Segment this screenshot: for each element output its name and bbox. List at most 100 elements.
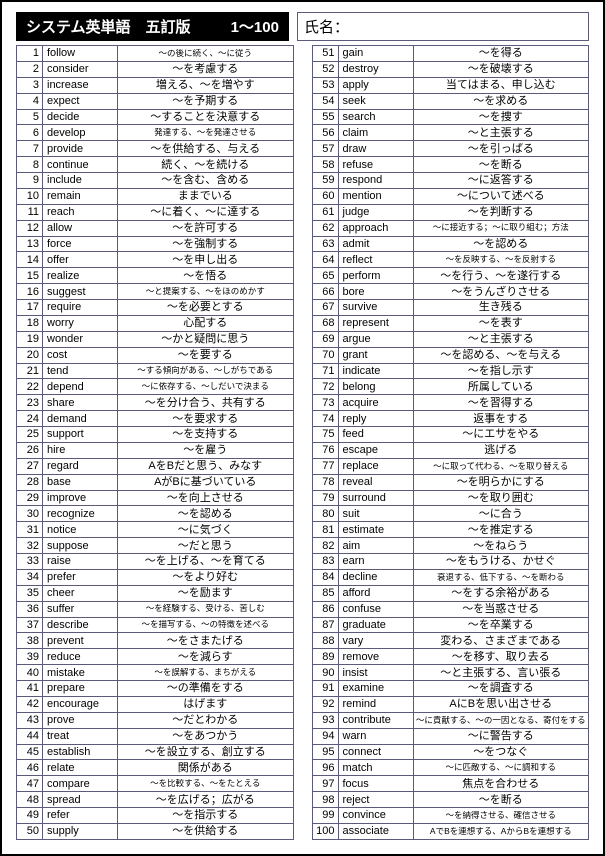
english-word: reply — [339, 411, 414, 426]
row-number: 84 — [313, 570, 339, 585]
english-word: draw — [339, 141, 414, 156]
table-row: 99convince～を納得させる、確信させる — [313, 808, 589, 824]
row-number: 79 — [313, 491, 339, 506]
english-word: spread — [43, 792, 118, 807]
table-row: 56claim～と主張する — [313, 125, 589, 141]
english-word: refer — [43, 808, 118, 823]
japanese-meaning: ～を必要とする — [118, 301, 293, 313]
english-word: insist — [339, 665, 414, 680]
row-number: 38 — [17, 633, 43, 648]
japanese-meaning: ～を調査する — [414, 682, 589, 694]
japanese-meaning: 続く、～を続ける — [118, 159, 293, 171]
english-word: survive — [339, 300, 414, 315]
table-row: 75feed～にエサをやる — [313, 427, 589, 443]
table-row: 44treat～をあつかう — [17, 729, 293, 745]
table-row: 48spread～を広げる；広がる — [17, 792, 293, 808]
english-word: provide — [43, 141, 118, 156]
row-number: 85 — [313, 586, 339, 601]
columns: 1follow～の後に続く、～に従う2consider～を考慮する3increa… — [16, 45, 589, 840]
english-word: hire — [43, 443, 118, 458]
japanese-meaning: ～を減らす — [118, 651, 293, 663]
english-word: prove — [43, 713, 118, 728]
english-word: expect — [43, 94, 118, 109]
row-number: 67 — [313, 300, 339, 315]
row-number: 90 — [313, 665, 339, 680]
japanese-meaning: ～を指し示す — [414, 365, 589, 377]
table-row: 85afford～をする余裕がある — [313, 586, 589, 602]
japanese-meaning: 焦点を合わせる — [414, 778, 589, 790]
row-number: 46 — [17, 760, 43, 775]
japanese-meaning: ～に依存する、～しだいで決まる — [118, 382, 293, 391]
table-row: 43prove～だとわかる — [17, 713, 293, 729]
row-number: 41 — [17, 681, 43, 696]
english-word: search — [339, 110, 414, 125]
japanese-meaning: ～を引っぱる — [414, 143, 589, 155]
english-word: offer — [43, 252, 118, 267]
table-row: 82aim～をねらう — [313, 538, 589, 554]
table-row: 34prefer～をより好む — [17, 570, 293, 586]
japanese-meaning: ～を雇う — [118, 444, 293, 456]
english-word: bore — [339, 284, 414, 299]
name-field[interactable]: 氏名： — [297, 12, 589, 41]
row-number: 22 — [17, 379, 43, 394]
table-row: 6develop発達する、～を発達させる — [17, 125, 293, 141]
table-row: 80suit～に合う — [313, 506, 589, 522]
japanese-meaning: ～をもうける、かせぐ — [414, 555, 589, 567]
table-row: 52destroy～を破壊する — [313, 62, 589, 78]
row-number: 3 — [17, 78, 43, 93]
right-column: 51gain～を得る52destroy～を破壊する53apply当てはまる、申し… — [312, 45, 590, 840]
row-number: 99 — [313, 808, 339, 823]
table-row: 36suffer～を経験する、受ける、苦しむ — [17, 602, 293, 618]
row-number: 44 — [17, 729, 43, 744]
table-row: 38prevent～をさまたげる — [17, 633, 293, 649]
table-row: 26hire～を雇う — [17, 443, 293, 459]
row-number: 63 — [313, 237, 339, 252]
row-number: 24 — [17, 411, 43, 426]
japanese-meaning: ～を励ます — [118, 587, 293, 599]
english-word: acquire — [339, 395, 414, 410]
row-number: 58 — [313, 157, 339, 172]
japanese-meaning: ～を支持する — [118, 428, 293, 440]
row-number: 100 — [313, 824, 339, 839]
japanese-meaning: ～を表す — [414, 317, 589, 329]
japanese-meaning: ～をより好む — [118, 571, 293, 583]
row-number: 66 — [313, 284, 339, 299]
english-word: raise — [43, 554, 118, 569]
japanese-meaning: ～をねらう — [414, 540, 589, 552]
table-row: 67survive生き残る — [313, 300, 589, 316]
table-row: 97focus焦点を合わせる — [313, 776, 589, 792]
japanese-meaning: ～を向上させる — [118, 492, 293, 504]
row-number: 91 — [313, 681, 339, 696]
row-number: 69 — [313, 332, 339, 347]
japanese-meaning: 生き残る — [414, 301, 589, 313]
japanese-meaning: 変わる、さまざまである — [414, 635, 589, 647]
japanese-meaning: 逃げる — [414, 444, 589, 456]
row-number: 48 — [17, 792, 43, 807]
table-row: 60mention～について述べる — [313, 189, 589, 205]
table-row: 31notice～に気づく — [17, 522, 293, 538]
english-word: feed — [339, 427, 414, 442]
japanese-meaning: ～を判断する — [414, 206, 589, 218]
table-row: 74reply返事をする — [313, 411, 589, 427]
japanese-meaning: ～と主張する — [414, 333, 589, 345]
japanese-meaning: ～を比較する、～をたとえる — [118, 779, 293, 788]
english-word: apply — [339, 78, 414, 93]
row-number: 53 — [313, 78, 339, 93]
table-row: 16suggest～と提案する、～をほのめかす — [17, 284, 293, 300]
row-number: 51 — [313, 46, 339, 61]
english-word: vary — [339, 633, 414, 648]
table-row: 8continue続く、～を続ける — [17, 157, 293, 173]
table-row: 22depend～に依存する、～しだいで決まる — [17, 379, 293, 395]
japanese-meaning: ～を悟る — [118, 270, 293, 282]
japanese-meaning: ～に着く、～に達する — [118, 206, 293, 218]
japanese-meaning: ～を要求する — [118, 413, 293, 425]
table-row: 90insist～と主張する、言い張る — [313, 665, 589, 681]
row-number: 82 — [313, 538, 339, 553]
japanese-meaning: 所属している — [414, 381, 589, 393]
row-number: 21 — [17, 364, 43, 379]
row-number: 28 — [17, 475, 43, 490]
japanese-meaning: ～をあつかう — [118, 730, 293, 742]
table-row: 12allow～を許可する — [17, 221, 293, 237]
row-number: 40 — [17, 665, 43, 680]
english-word: support — [43, 427, 118, 442]
